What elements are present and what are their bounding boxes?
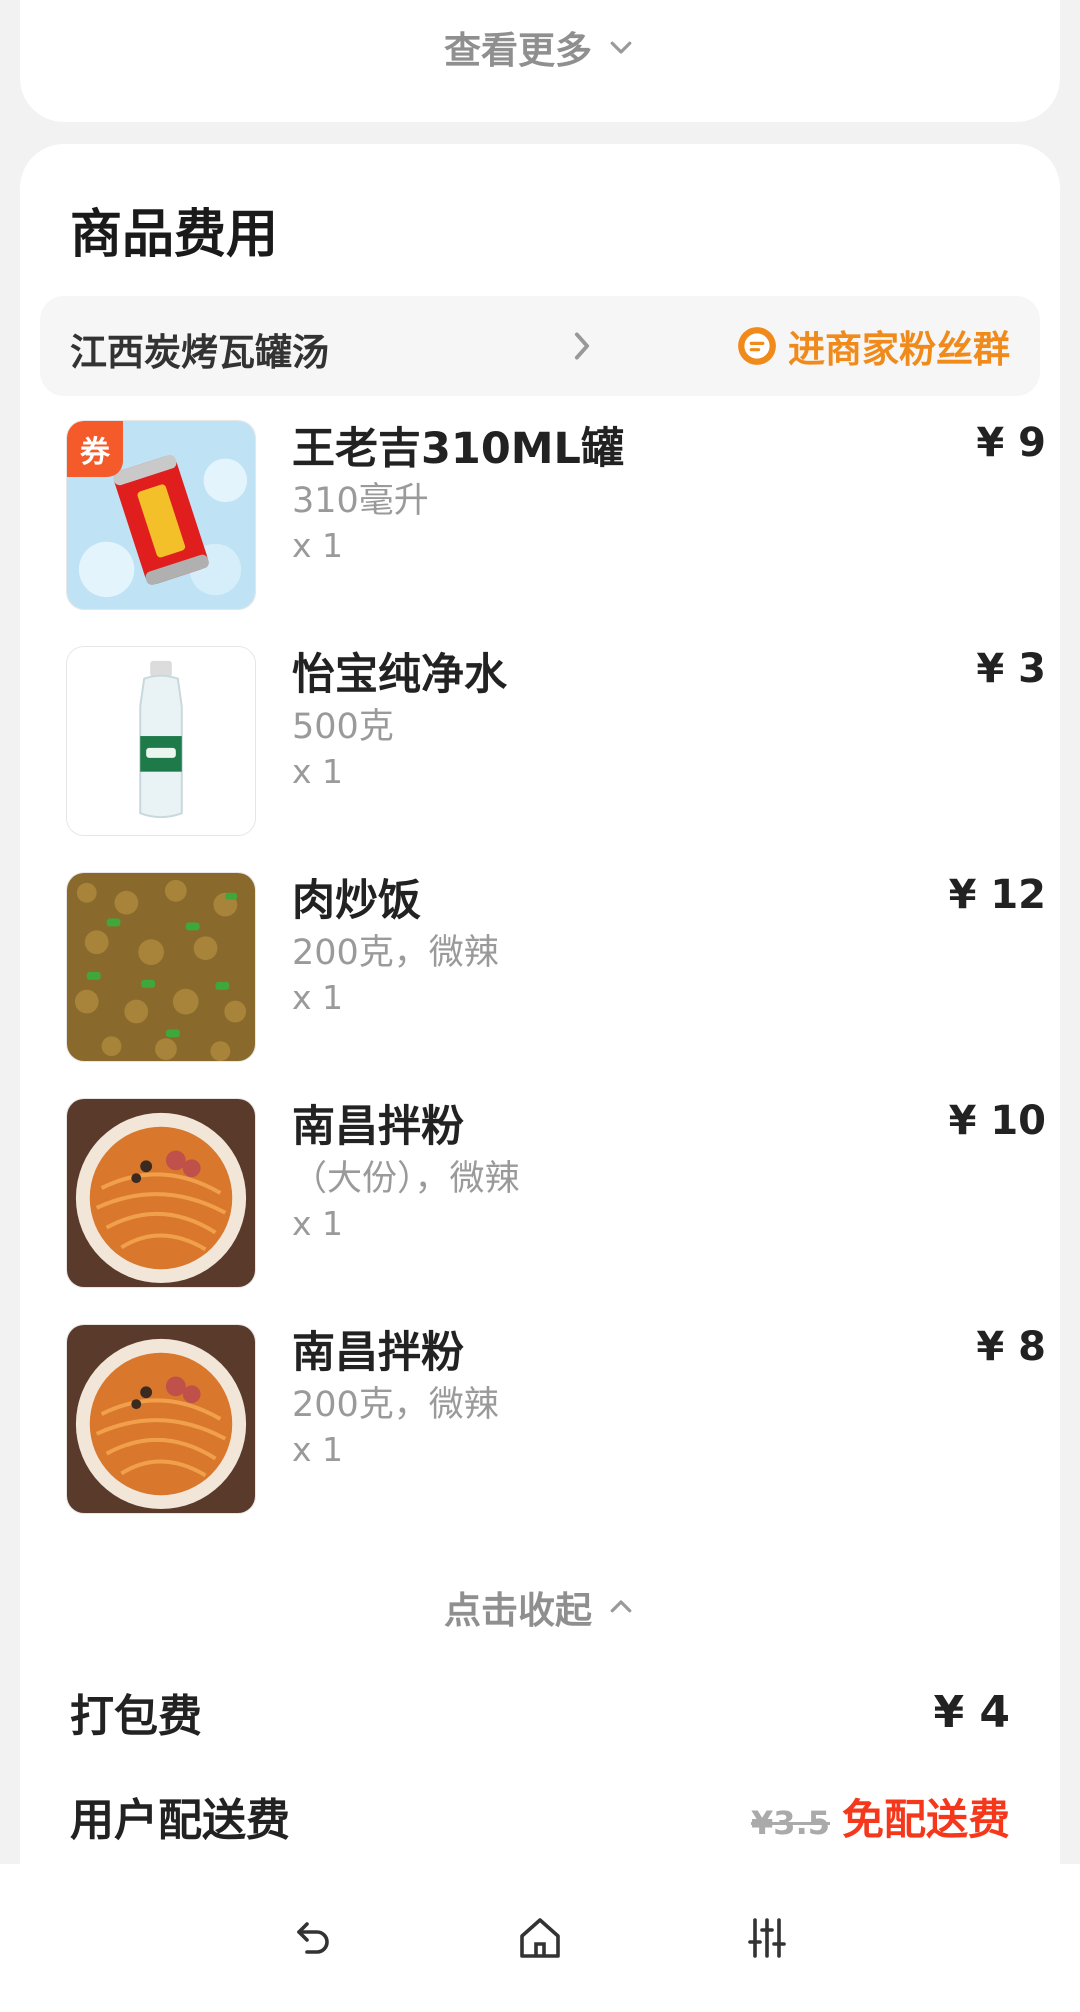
item-spec: 200克，微辣 <box>292 1385 499 1425</box>
item-name: 王老吉310ML罐 <box>292 424 624 474</box>
nav-settings-button[interactable] <box>737 1908 797 1968</box>
delivery-fee-label: 用户配送费 <box>70 1795 290 1846</box>
item-price: ¥ 3 <box>976 646 1046 692</box>
free-delivery-label: 免配送费 <box>841 1794 1010 1844</box>
item-price: ¥ 8 <box>976 1324 1046 1370</box>
item-spec: （大份），微辣 <box>292 1159 520 1199</box>
shop-bar[interactable]: 江西炭烤瓦罐汤 进商家粉丝群 <box>40 296 1040 396</box>
nav-home-button[interactable] <box>510 1908 570 1968</box>
product-image <box>66 1098 256 1288</box>
product-image <box>66 872 256 1062</box>
item-price: ¥ 12 <box>948 872 1046 918</box>
packing-fee-value: ¥ 4 <box>933 1686 1010 1738</box>
delivery-fee-value: ¥3.5 免配送费 <box>751 1786 1010 1847</box>
join-fans-group-label: 进商家粉丝群 <box>788 328 1010 371</box>
item-name: 肉炒饭 <box>292 876 421 926</box>
product-image <box>66 646 256 836</box>
order-item[interactable]: 怡宝纯净水 500克 x 1 ¥ 3 <box>66 646 1046 836</box>
product-image <box>66 1324 256 1514</box>
chat-group-icon <box>738 327 776 365</box>
item-name: 南昌拌粉 <box>292 1328 464 1378</box>
item-spec: 310毫升 <box>292 481 429 521</box>
order-item[interactable]: 肉炒饭 200克，微辣 x 1 ¥ 12 <box>66 872 1046 1062</box>
item-name: 怡宝纯净水 <box>292 650 507 700</box>
product-fees-card: 商品费用 江西炭烤瓦罐汤 进商家粉丝群 券 王老吉310ML罐 310毫升 x … <box>20 144 1060 1864</box>
chevron-right-icon <box>574 332 590 360</box>
packing-fee-row: 打包费 ¥ 4 <box>70 1682 1010 1743</box>
order-item[interactable]: 券 王老吉310ML罐 310毫升 x 1 ¥ 9 <box>66 420 1046 610</box>
item-quantity: x 1 <box>292 1204 344 1243</box>
item-price: ¥ 9 <box>976 420 1046 466</box>
delivery-original-price: ¥3.5 <box>751 1803 830 1842</box>
home-icon <box>520 1918 560 1958</box>
coupon-badge: 券 <box>67 421 123 477</box>
nav-back-button[interactable] <box>283 1908 343 1968</box>
chevron-up-icon <box>610 1600 632 1613</box>
order-item[interactable]: 南昌拌粉 （大份），微辣 x 1 ¥ 10 <box>66 1098 1046 1288</box>
item-quantity: x 1 <box>292 1430 344 1469</box>
join-fans-group-button[interactable]: 进商家粉丝群 <box>736 318 1010 374</box>
system-nav-bar <box>0 1864 1080 2012</box>
chevron-down-icon <box>610 41 632 54</box>
collapse-label: 点击收起 <box>444 1589 592 1632</box>
shop-name: 江西炭烤瓦罐汤 <box>70 331 329 374</box>
view-more-button[interactable]: 查看更多 <box>20 20 1060 74</box>
item-spec: 500克 <box>292 707 394 747</box>
item-name: 南昌拌粉 <box>292 1102 464 1152</box>
back-icon <box>297 1922 330 1954</box>
previous-section-card: 查看更多 <box>20 0 1060 122</box>
item-quantity: x 1 <box>292 526 344 565</box>
item-quantity: x 1 <box>292 752 344 791</box>
section-title: 商品费用 <box>70 205 279 265</box>
view-more-label: 查看更多 <box>444 29 592 72</box>
packing-fee-label: 打包费 <box>70 1691 202 1742</box>
settings-sliders-icon <box>747 1918 786 1958</box>
item-price: ¥ 10 <box>948 1098 1046 1144</box>
collapse-button[interactable]: 点击收起 <box>20 1580 1060 1634</box>
item-spec: 200克，微辣 <box>292 933 499 973</box>
order-item[interactable]: 南昌拌粉 200克，微辣 x 1 ¥ 8 <box>66 1324 1046 1514</box>
delivery-fee-row: 用户配送费 ¥3.5 免配送费 <box>70 1786 1010 1847</box>
item-quantity: x 1 <box>292 978 344 1017</box>
product-image: 券 <box>66 420 256 610</box>
